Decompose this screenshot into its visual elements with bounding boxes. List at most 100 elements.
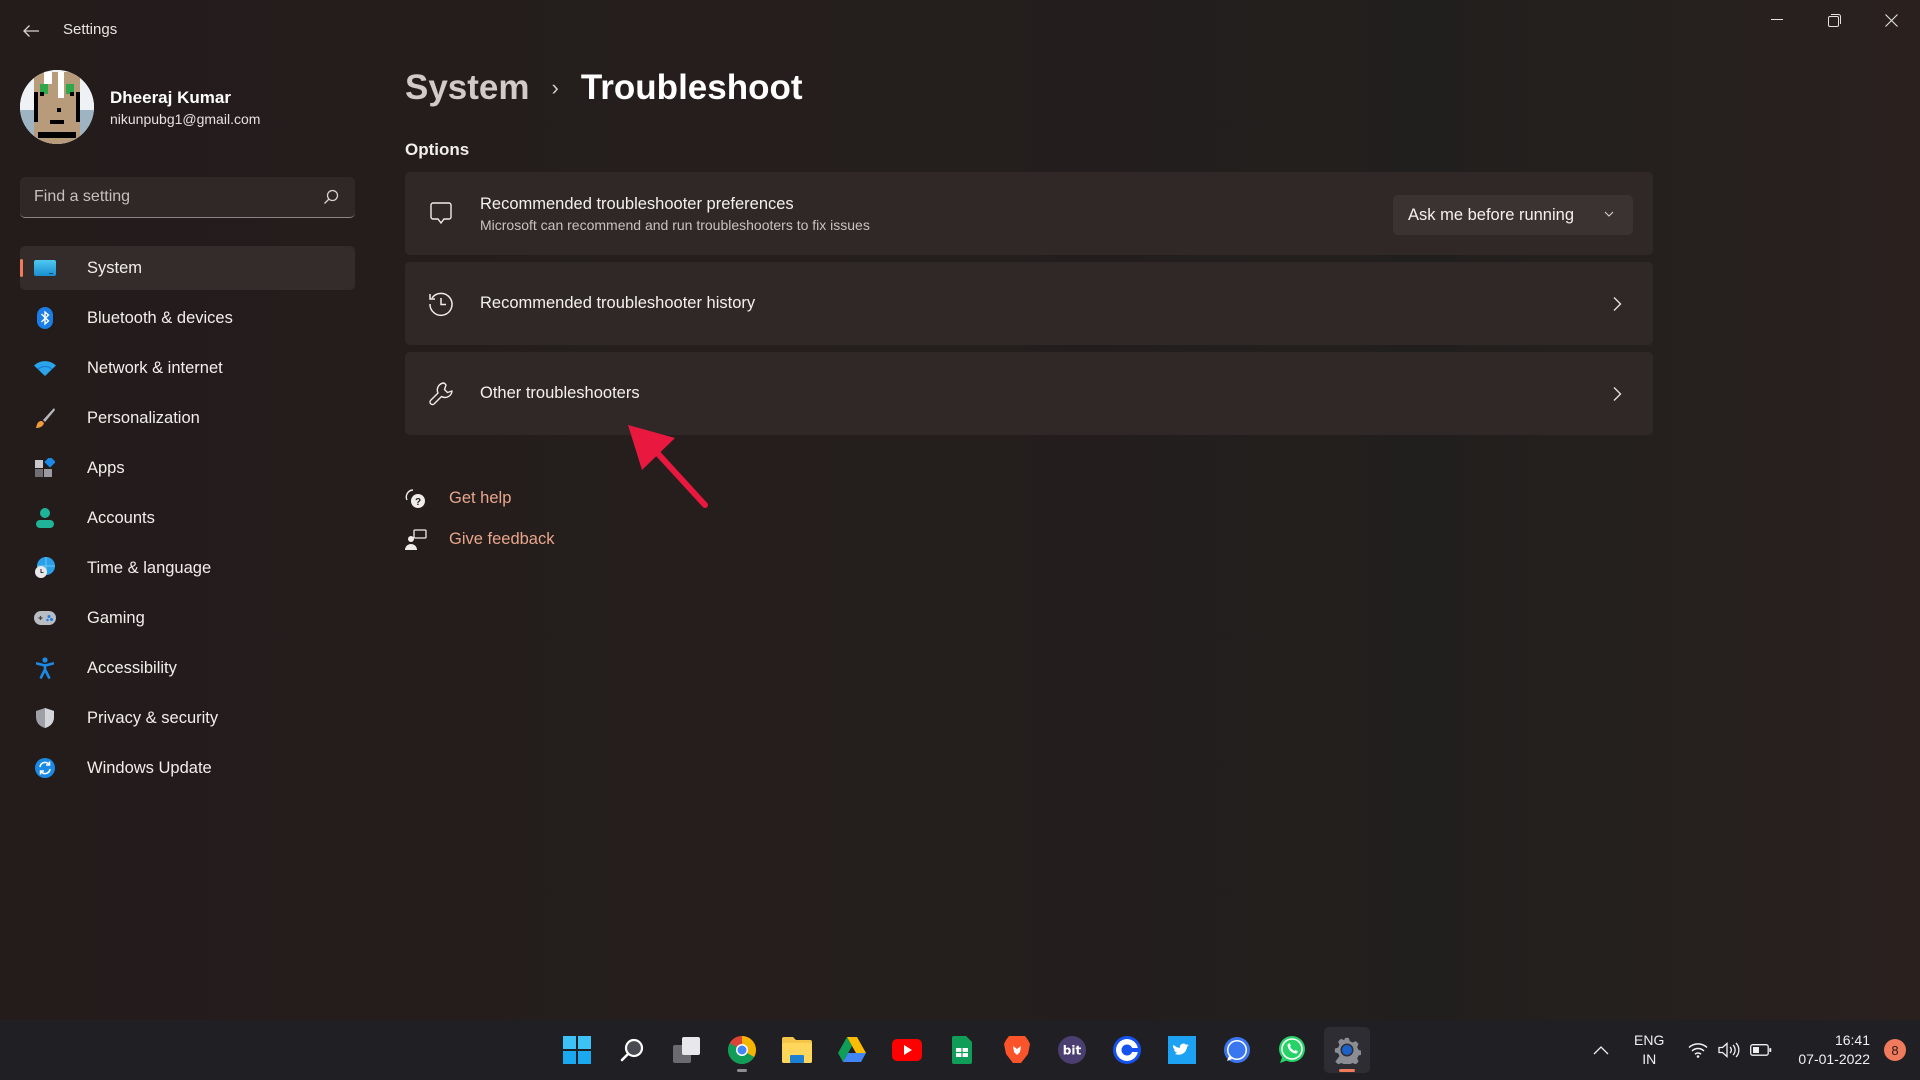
- apps-icon: [34, 457, 56, 479]
- sidebar-item-windows-update[interactable]: Windows Update: [20, 746, 355, 790]
- brave-button[interactable]: [994, 1027, 1040, 1073]
- bit-icon: bit: [1058, 1036, 1086, 1064]
- brave-icon: [1004, 1036, 1030, 1063]
- sidebar-item-gaming[interactable]: Gaming: [20, 596, 355, 640]
- sidebar-item-system[interactable]: System: [20, 246, 355, 290]
- dropdown-value: Ask me before running: [1408, 205, 1575, 224]
- coinbase-button[interactable]: [1104, 1027, 1150, 1073]
- file-explorer-icon: [782, 1037, 812, 1063]
- chevron-right-icon: [1607, 382, 1627, 406]
- taskbar-search-button[interactable]: [609, 1027, 655, 1073]
- section-title: Options: [405, 140, 470, 159]
- file-explorer-button[interactable]: [774, 1027, 820, 1073]
- breadcrumb: System › Troubleshoot: [405, 68, 803, 108]
- feedback-icon: [404, 528, 428, 552]
- minimize-button[interactable]: [1749, 0, 1805, 40]
- sidebar-item-personalization[interactable]: Personalization: [20, 396, 355, 440]
- sidebar-item-time-language[interactable]: Time & language: [20, 546, 355, 590]
- app-title: Settings: [63, 21, 118, 38]
- search-icon: [620, 1038, 644, 1062]
- twitter-button[interactable]: [1159, 1027, 1205, 1073]
- back-button[interactable]: [14, 14, 48, 48]
- get-help-label[interactable]: Get help: [449, 489, 511, 508]
- other-troubleshooters-card[interactable]: Other troubleshooters: [405, 352, 1653, 435]
- google-drive-button[interactable]: [829, 1027, 875, 1073]
- profile-name: Dheeraj Kumar: [110, 87, 231, 107]
- card-title: Other troubleshooters: [480, 384, 640, 402]
- search-input[interactable]: [34, 188, 321, 206]
- signal-icon: [1224, 1037, 1250, 1063]
- breadcrumb-parent[interactable]: System: [405, 68, 530, 108]
- card-title: Recommended troubleshooter history: [480, 294, 756, 312]
- minimize-icon: [1771, 19, 1783, 20]
- sidebar-item-network[interactable]: Network & internet: [20, 346, 355, 390]
- whatsapp-button[interactable]: [1269, 1027, 1315, 1073]
- gamepad-icon: [34, 607, 56, 629]
- settings-window: Settings Dheeraj Kumar nikunpubg1@gmail.…: [0, 0, 1920, 1020]
- start-button[interactable]: [554, 1027, 600, 1073]
- notification-badge[interactable]: 8: [1884, 1039, 1906, 1061]
- back-arrow-icon: [23, 25, 39, 37]
- sidebar-item-bluetooth[interactable]: Bluetooth & devices: [20, 296, 355, 340]
- troubleshooter-history-card[interactable]: Recommended troubleshooter history: [405, 262, 1653, 345]
- person-icon: [34, 507, 56, 529]
- chrome-button[interactable]: [719, 1027, 765, 1073]
- breadcrumb-separator: ›: [551, 75, 559, 100]
- get-help-link[interactable]: ? Get help: [404, 478, 554, 519]
- show-hidden-icons-button[interactable]: [1586, 1045, 1616, 1055]
- google-drive-icon: [838, 1037, 866, 1062]
- profile-email: nikunpubg1@gmail.com: [110, 110, 261, 127]
- restore-icon: [1827, 13, 1841, 27]
- user-profile[interactable]: Dheeraj Kumar nikunpubg1@gmail.com: [20, 70, 260, 144]
- settings-taskbar-button[interactable]: [1324, 1027, 1370, 1073]
- restore-button[interactable]: [1806, 0, 1862, 40]
- bit-button[interactable]: bit: [1049, 1027, 1095, 1073]
- sidebar-item-apps[interactable]: Apps: [20, 446, 355, 490]
- input-language[interactable]: ENG IN: [1634, 1031, 1664, 1069]
- give-feedback-link[interactable]: Give feedback: [404, 519, 554, 560]
- sidebar-item-label: Apps: [87, 458, 125, 477]
- page-title: Troubleshoot: [580, 68, 803, 107]
- globe-clock-icon: [34, 557, 56, 579]
- shield-icon: [34, 707, 56, 729]
- signal-button[interactable]: [1214, 1027, 1260, 1073]
- task-view-icon: [673, 1037, 700, 1063]
- bluetooth-icon: [34, 307, 56, 329]
- quick-settings[interactable]: [1688, 1042, 1772, 1058]
- youtube-icon: [892, 1039, 922, 1061]
- time: 16:41: [1834, 1032, 1870, 1048]
- avatar: [20, 70, 94, 144]
- chevron-down-icon: [1604, 211, 1614, 217]
- date: 07-01-2022: [1798, 1051, 1870, 1067]
- sidebar-item-label: Accessibility: [87, 658, 177, 677]
- sidebar-item-privacy[interactable]: Privacy & security: [20, 696, 355, 740]
- annotation-arrow: [628, 425, 708, 508]
- help-links: ? Get help Give feedback: [404, 478, 554, 560]
- sidebar-item-label: Network & internet: [87, 358, 223, 377]
- accessibility-icon: [34, 657, 56, 679]
- search-icon[interactable]: [321, 187, 341, 207]
- card-subtitle: Microsoft can recommend and run troubles…: [480, 216, 870, 233]
- title-bar: Settings: [0, 0, 1920, 60]
- close-button[interactable]: [1863, 0, 1919, 40]
- sidebar-item-label: Gaming: [87, 608, 145, 627]
- brush-icon: [34, 407, 56, 429]
- volume-icon: [1718, 1042, 1740, 1058]
- google-sheets-icon: [952, 1036, 972, 1064]
- whatsapp-icon: [1279, 1036, 1305, 1063]
- clock[interactable]: 16:41 07-01-2022: [1798, 1031, 1870, 1069]
- sidebar-item-accounts[interactable]: Accounts: [20, 496, 355, 540]
- task-view-button[interactable]: [664, 1027, 710, 1073]
- search-box[interactable]: [20, 177, 355, 218]
- chevron-up-icon: [1593, 1046, 1609, 1055]
- youtube-button[interactable]: [884, 1027, 930, 1073]
- start-icon: [563, 1036, 591, 1064]
- google-sheets-button[interactable]: [939, 1027, 985, 1073]
- taskbar-apps: bit: [554, 1020, 1379, 1080]
- sidebar-item-accessibility[interactable]: Accessibility: [20, 646, 355, 690]
- wrench-icon: [427, 380, 455, 408]
- give-feedback-label[interactable]: Give feedback: [449, 530, 554, 549]
- sidebar-nav: System Bluetooth & devices Network & int…: [20, 246, 355, 796]
- settings-icon: [1334, 1037, 1361, 1064]
- troubleshooter-preference-dropdown[interactable]: Ask me before running: [1393, 195, 1633, 235]
